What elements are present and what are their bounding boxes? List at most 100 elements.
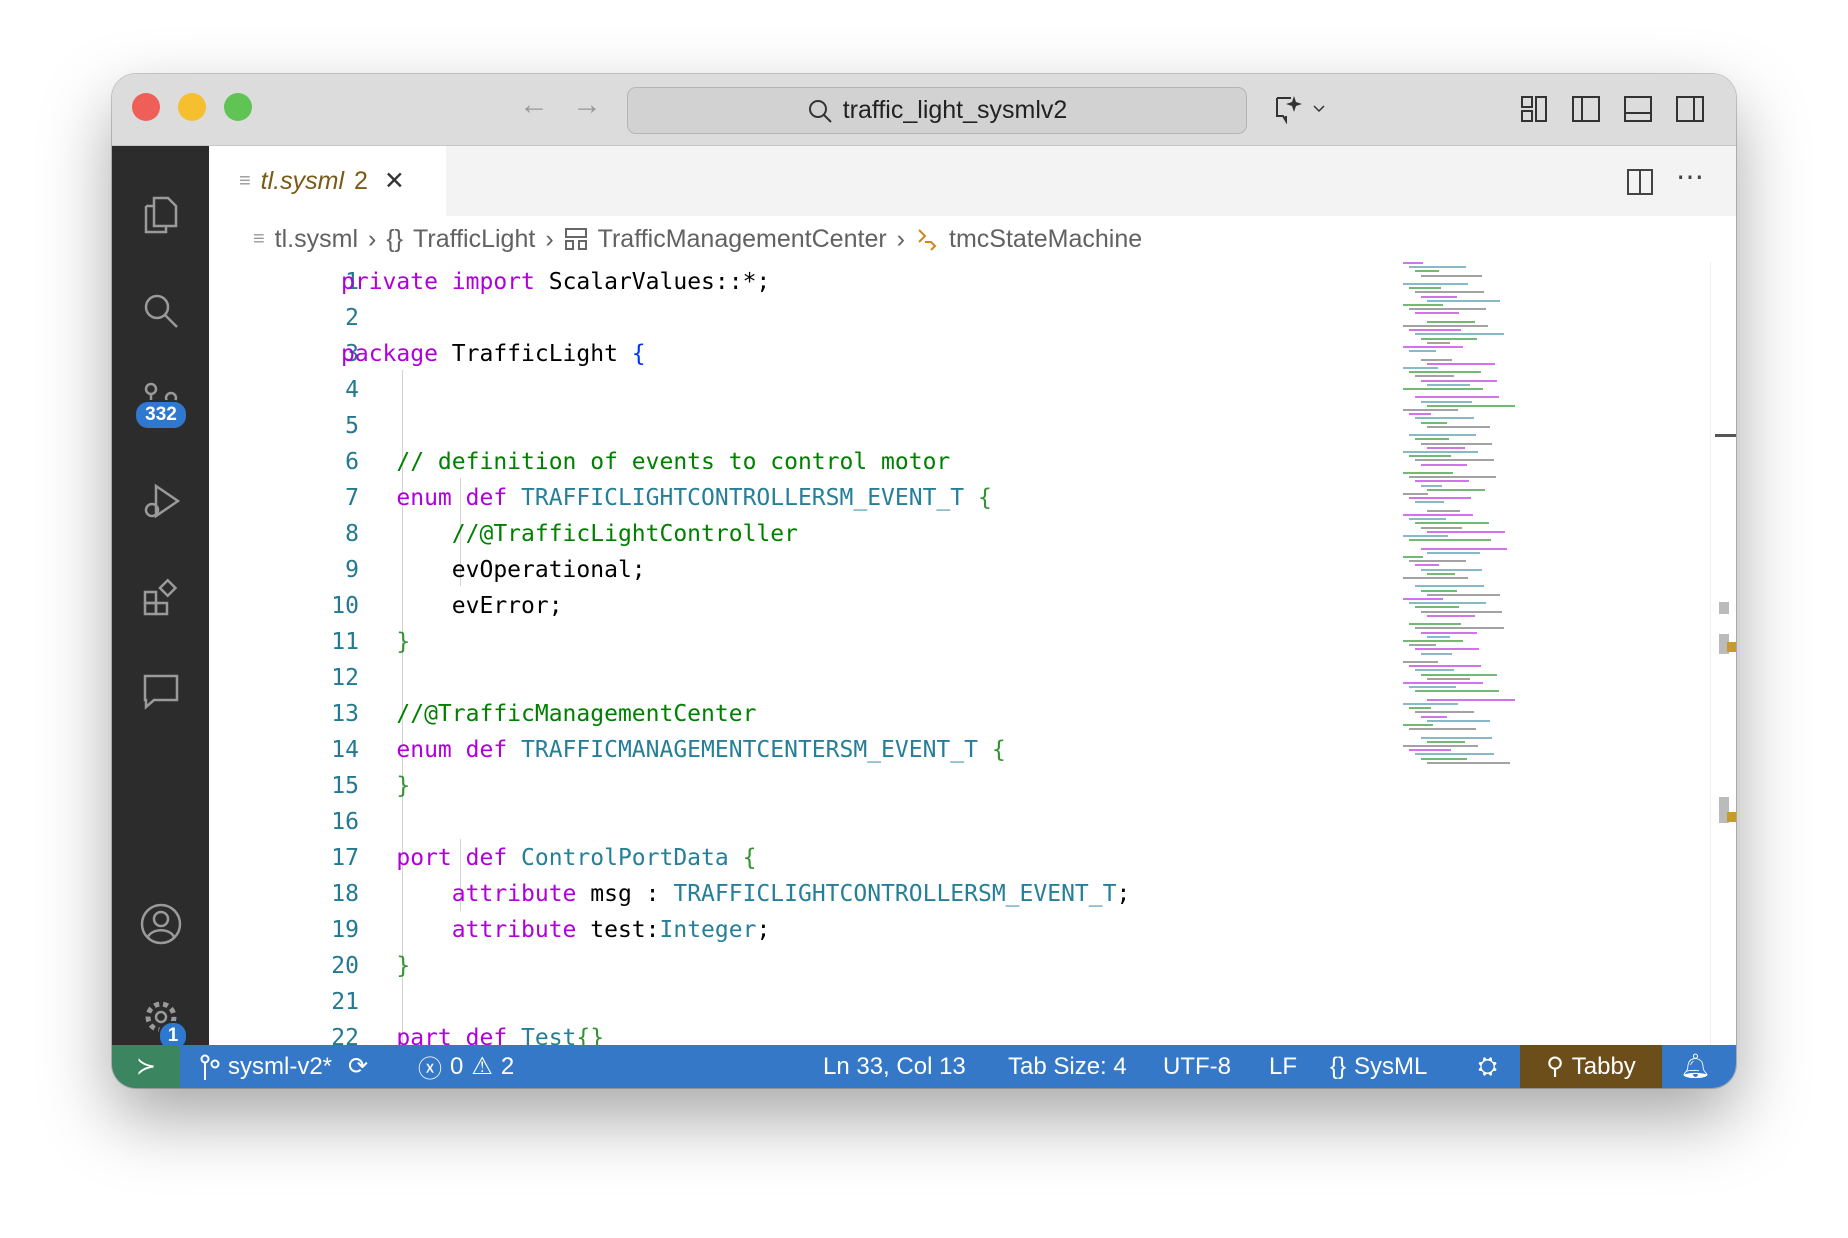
tab-tl-sysml[interactable]: ≡ tl.sysml 2 ✕	[209, 146, 446, 216]
activity-bar: 332 1	[112, 146, 209, 1051]
minimap-line	[1403, 724, 1433, 726]
back-button[interactable]: ←	[519, 88, 549, 122]
forward-button[interactable]: →	[572, 88, 602, 122]
code-line[interactable]: evOperational;	[341, 552, 646, 588]
end-of-line[interactable]: LF	[1269, 1045, 1297, 1088]
line-number: 11	[331, 629, 359, 655]
more-actions-icon[interactable]: ⋯	[1676, 160, 1704, 193]
minimap-line	[1427, 320, 1475, 323]
cursor-position[interactable]: Ln 33, Col 13	[823, 1045, 966, 1088]
minimap-line	[1415, 270, 1439, 273]
breadcrumb-file[interactable]: tl.sysml	[275, 225, 358, 254]
toggle-panel-icon[interactable]	[1623, 94, 1653, 124]
problems-button[interactable]: ⓧ 0 ⚠ 2	[418, 1045, 514, 1088]
code-line[interactable]: attribute test:Integer;	[341, 912, 771, 948]
minimap-line	[1427, 719, 1490, 722]
minimap-line	[1427, 362, 1495, 365]
minimap-line	[1415, 291, 1484, 294]
code-line[interactable]: private import ScalarValues::*;	[341, 264, 770, 300]
code-line[interactable]: port def ControlPortData {	[341, 840, 756, 876]
minimap-line	[1421, 421, 1447, 424]
search-icon[interactable]	[142, 292, 180, 330]
code-token: test:	[590, 917, 660, 943]
branch-button[interactable]: sysml-v2* ⟳	[200, 1045, 368, 1088]
minimap-line	[1427, 530, 1505, 533]
accounts-icon[interactable]	[139, 902, 183, 946]
tabby-button[interactable]: ⚲ Tabby	[1520, 1045, 1662, 1088]
copilot-chat-icon[interactable]	[1274, 94, 1330, 124]
minimap-line	[1421, 463, 1467, 466]
code-token: }	[341, 629, 411, 655]
code-line[interactable]: enum def TRAFFICLIGHTCONTROLLERSM_EVENT_…	[341, 480, 992, 516]
line-number: 1	[345, 269, 359, 295]
code-token: //@TrafficLightController	[341, 521, 798, 547]
vertical-scrollbar[interactable]	[1710, 262, 1736, 1045]
plug-icon: ⚲	[1546, 1053, 1564, 1080]
maximize-window-button[interactable]	[224, 93, 252, 121]
minimap-line	[1421, 400, 1472, 403]
code-line[interactable]: }	[341, 768, 410, 804]
code-line[interactable]: //@TrafficManagementCenter	[341, 696, 756, 732]
copilot-status-icon[interactable]: ⛭	[1478, 1045, 1497, 1088]
minimap-line	[1409, 623, 1461, 626]
close-window-button[interactable]	[132, 93, 160, 121]
code-token: }	[341, 953, 411, 979]
code-line[interactable]: enum def TRAFFICMANAGEMENTCENTERSM_EVENT…	[341, 732, 1005, 768]
code-line[interactable]: package TrafficLight {	[341, 336, 646, 372]
minimap-line	[1427, 572, 1455, 575]
run-debug-icon[interactable]	[142, 482, 180, 520]
code-token: {	[977, 485, 992, 511]
minimap-line	[1409, 266, 1466, 269]
minimap-line	[1403, 262, 1423, 264]
breadcrumb-package[interactable]: TrafficLight	[413, 225, 535, 254]
explorer-icon[interactable]	[142, 196, 180, 234]
notifications-bell-icon[interactable]: 🔔︎	[1680, 1045, 1710, 1088]
error-count: 0	[450, 1052, 464, 1080]
tab-size[interactable]: Tab Size: 4	[1008, 1045, 1127, 1088]
language-mode[interactable]: {} SysML	[1330, 1045, 1427, 1088]
code-line[interactable]: evError;	[341, 588, 563, 624]
extensions-icon[interactable]	[142, 578, 180, 616]
code-line[interactable]: attribute msg : TRAFFICLIGHTCONTROLLERSM…	[341, 876, 1131, 912]
minimap-line	[1415, 312, 1459, 315]
minimap-line	[1421, 274, 1482, 277]
code-token: }	[341, 773, 411, 799]
code-line[interactable]: part def Test{}	[341, 1020, 604, 1045]
minimap-line	[1403, 682, 1483, 684]
sync-icon[interactable]: ⟳	[348, 1052, 368, 1081]
code-line[interactable]: // definition of events to control motor	[341, 444, 950, 480]
code-editor[interactable]: 1 private import ScalarValues::*; 2 3 packag…	[209, 262, 1736, 1045]
breadcrumb-part[interactable]: TrafficManagementCenter	[598, 225, 887, 254]
minimap-line	[1415, 648, 1479, 651]
minimap-line	[1403, 661, 1438, 663]
minimap-line	[1409, 371, 1481, 374]
toggle-primary-sidebar-icon[interactable]	[1571, 94, 1601, 124]
toggle-secondary-sidebar-icon[interactable]	[1675, 94, 1705, 124]
code-line[interactable]: }	[341, 624, 410, 660]
line-number: 9	[345, 557, 359, 583]
minimize-window-button[interactable]	[178, 93, 206, 121]
close-tab-icon[interactable]: ✕	[384, 166, 405, 196]
minimap-line	[1409, 749, 1451, 752]
code-line[interactable]: }	[341, 948, 410, 984]
minimap-line	[1427, 635, 1450, 638]
minimap-line	[1421, 295, 1457, 298]
tabby-label: Tabby	[1571, 1052, 1636, 1080]
split-editor-icon[interactable]	[1626, 168, 1654, 196]
code-token: Integer	[659, 917, 757, 943]
breadcrumb-state-machine[interactable]: tmcStateMachine	[949, 225, 1142, 254]
minimap-line	[1421, 631, 1477, 634]
minimap-line	[1403, 703, 1458, 705]
encoding[interactable]: UTF-8	[1163, 1045, 1231, 1088]
code-line[interactable]: //@TrafficLightController	[341, 516, 798, 552]
minimap[interactable]	[1399, 262, 1549, 782]
code-token: {}	[576, 1025, 605, 1045]
minimap-line	[1421, 610, 1502, 613]
minimap-line	[1403, 535, 1448, 537]
minimap-line	[1421, 757, 1467, 760]
remote-button[interactable]: ≻	[112, 1045, 180, 1088]
command-center-search[interactable]: traffic_light_sysmlv2	[627, 87, 1247, 134]
minimap-line	[1415, 690, 1499, 693]
customize-layout-icon[interactable]	[1520, 94, 1550, 124]
chat-icon[interactable]	[142, 672, 180, 710]
